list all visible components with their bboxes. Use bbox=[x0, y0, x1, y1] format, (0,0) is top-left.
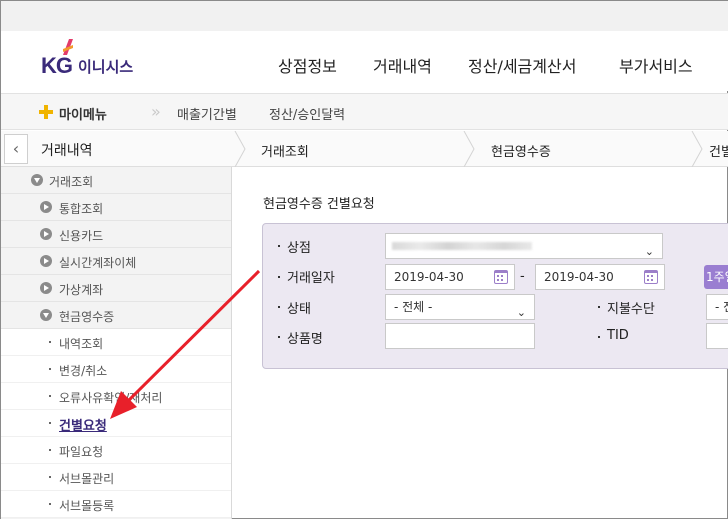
status-label: 상태 bbox=[287, 302, 311, 317]
sidebar-item-label: 통합조회 bbox=[59, 202, 104, 216]
sidebar-subitem-label: 변경/취소 bbox=[59, 364, 108, 378]
gnb-extra-services[interactable]: 부가서비스 bbox=[619, 53, 693, 77]
bullet-icon bbox=[278, 276, 280, 278]
bullet-icon bbox=[598, 306, 600, 308]
date-from-input[interactable]: 2019-04-30 bbox=[385, 264, 515, 290]
sidebar-subitem-label[interactable]: 건별요청 bbox=[59, 415, 107, 434]
sidebar-subitem-single-request[interactable]: 건별요청 bbox=[1, 410, 231, 437]
sidebar-subitem-label: 파일요청 bbox=[59, 445, 104, 459]
bullet-icon bbox=[49, 476, 51, 478]
expand-icon bbox=[40, 228, 52, 240]
bullet-icon bbox=[598, 336, 600, 338]
my-menu-link[interactable]: 마이메뉴 bbox=[59, 104, 107, 123]
page-title: 현금영수증 건별요청 bbox=[263, 197, 375, 212]
store-select[interactable]: ⌄ bbox=[385, 233, 663, 259]
breadcrumb: ‹ 거래내역 거래조회 현금영수증 건별 bbox=[1, 131, 728, 167]
double-chevron-icon: » bbox=[151, 102, 160, 121]
expand-icon bbox=[40, 282, 52, 294]
sidebar-subitem-submall-register[interactable]: 서브몰등록 bbox=[1, 491, 231, 518]
breadcrumb-separator-icon bbox=[234, 131, 246, 167]
sidebar-item-cash-receipt[interactable]: 현금영수증 bbox=[1, 302, 231, 329]
date-label: 거래일자 bbox=[287, 271, 335, 286]
sidebar-item-label: 신용카드 bbox=[59, 229, 104, 243]
sidebar-item-label: 현금영수증 bbox=[59, 310, 115, 324]
status-select[interactable]: - 전체 - ⌄ bbox=[385, 294, 535, 320]
redacted-store-name bbox=[392, 242, 532, 250]
date-to-value: 2019-04-30 bbox=[544, 270, 614, 284]
breadcrumb-item-transactions[interactable]: 거래내역 bbox=[41, 140, 93, 160]
payment-method-label: 지불수단 bbox=[607, 302, 655, 317]
quick-link-sales-period[interactable]: 매출기간별 bbox=[177, 104, 237, 123]
sidebar-item-label: 실시간계좌이체 bbox=[59, 256, 137, 270]
bullet-icon bbox=[49, 395, 51, 397]
sidebar-subitem-label: 오류사유확인/재처리 bbox=[59, 391, 163, 405]
sidebar-subitem-submall-manage[interactable]: 서브몰관리 bbox=[1, 464, 231, 491]
quick-menu-bar: 마이메뉴 » 매출기간별 정산/승인달력 bbox=[1, 93, 728, 130]
breadcrumb-separator-icon bbox=[463, 131, 475, 167]
sidebar-subitem-file-request[interactable]: 파일요청 bbox=[1, 437, 231, 464]
store-label: 상점 bbox=[287, 241, 311, 256]
sidebar-subitem-label: 내역조회 bbox=[59, 337, 104, 351]
sidebar-item-credit-card[interactable]: 신용카드 bbox=[1, 221, 231, 248]
sidebar: 거래조회 통합조회 신용카드 실시간계좌이체 가상계좌 현금영수증 내역조회 변… bbox=[1, 167, 232, 519]
tid-label: TID bbox=[607, 328, 629, 343]
sidebar-item-virtual-account[interactable]: 가상계좌 bbox=[1, 275, 231, 302]
sidebar-subitem-label: 서브몰관리 bbox=[59, 472, 115, 486]
date-from-value: 2019-04-30 bbox=[394, 270, 464, 284]
quick-link-calendar[interactable]: 정산/승인달력 bbox=[269, 104, 345, 123]
bullet-icon bbox=[278, 245, 280, 247]
bullet-icon bbox=[278, 336, 280, 338]
payment-method-value: - 전 bbox=[715, 300, 728, 314]
bullet-icon bbox=[278, 306, 280, 308]
breadcrumb-item-single[interactable]: 건별 bbox=[709, 141, 728, 160]
date-separator: - bbox=[520, 269, 525, 284]
bullet-icon bbox=[49, 503, 51, 505]
sidebar-subitem-error-retry[interactable]: 오류사유확인/재처리 bbox=[1, 383, 231, 410]
sidebar-subitem-history[interactable]: 내역조회 bbox=[1, 329, 231, 356]
sidebar-item-account-transfer[interactable]: 실시간계좌이체 bbox=[1, 248, 231, 275]
global-nav: 상점정보 거래내역 정산/세금계산서 부가서비스 bbox=[1, 53, 728, 77]
collapse-icon bbox=[31, 174, 43, 186]
chevron-down-icon: ⌄ bbox=[516, 306, 526, 319]
gnb-store-info[interactable]: 상점정보 bbox=[278, 53, 337, 77]
sidebar-section-label: 거래조회 bbox=[49, 175, 94, 189]
tid-input[interactable] bbox=[706, 323, 728, 349]
one-week-button[interactable]: 1주일 bbox=[704, 265, 728, 289]
status-value: - 전체 - bbox=[394, 300, 433, 314]
gnb-settlement[interactable]: 정산/세금계산서 bbox=[468, 53, 576, 77]
sidebar-item-label: 가상계좌 bbox=[59, 283, 104, 297]
sidebar-section-lookup[interactable]: 거래조회 bbox=[1, 167, 231, 194]
gnb-transactions[interactable]: 거래내역 bbox=[373, 53, 432, 77]
chevron-left-icon[interactable]: ‹ bbox=[4, 134, 28, 164]
sidebar-item-integrated[interactable]: 통합조회 bbox=[1, 194, 231, 221]
expand-icon bbox=[40, 255, 52, 267]
breadcrumb-separator-icon bbox=[691, 131, 703, 167]
breadcrumb-item-cash-receipt[interactable]: 현금영수증 bbox=[491, 141, 551, 160]
bullet-icon bbox=[49, 449, 51, 451]
calendar-icon[interactable] bbox=[494, 270, 508, 284]
bullet-icon bbox=[49, 422, 51, 424]
chevron-down-icon: ⌄ bbox=[644, 245, 654, 258]
payment-method-select[interactable]: - 전 bbox=[706, 294, 728, 320]
date-to-input[interactable]: 2019-04-30 bbox=[535, 264, 665, 290]
expand-icon bbox=[40, 201, 52, 213]
bullet-icon bbox=[49, 368, 51, 370]
sidebar-subitem-change-cancel[interactable]: 변경/취소 bbox=[1, 356, 231, 383]
breadcrumb-item-lookup[interactable]: 거래조회 bbox=[261, 141, 309, 160]
browser-top-strip bbox=[1, 1, 728, 31]
sidebar-subitem-label: 서브몰등록 bbox=[59, 499, 115, 513]
product-name-label: 상품명 bbox=[287, 332, 323, 347]
bullet-icon bbox=[49, 341, 51, 343]
collapse-icon bbox=[40, 309, 52, 321]
product-name-input[interactable] bbox=[385, 323, 535, 349]
plus-icon bbox=[39, 105, 53, 119]
calendar-icon[interactable] bbox=[644, 270, 658, 284]
site-header: KG 이니시스 상점정보 거래내역 정산/세금계산서 부가서비스 bbox=[1, 31, 728, 91]
